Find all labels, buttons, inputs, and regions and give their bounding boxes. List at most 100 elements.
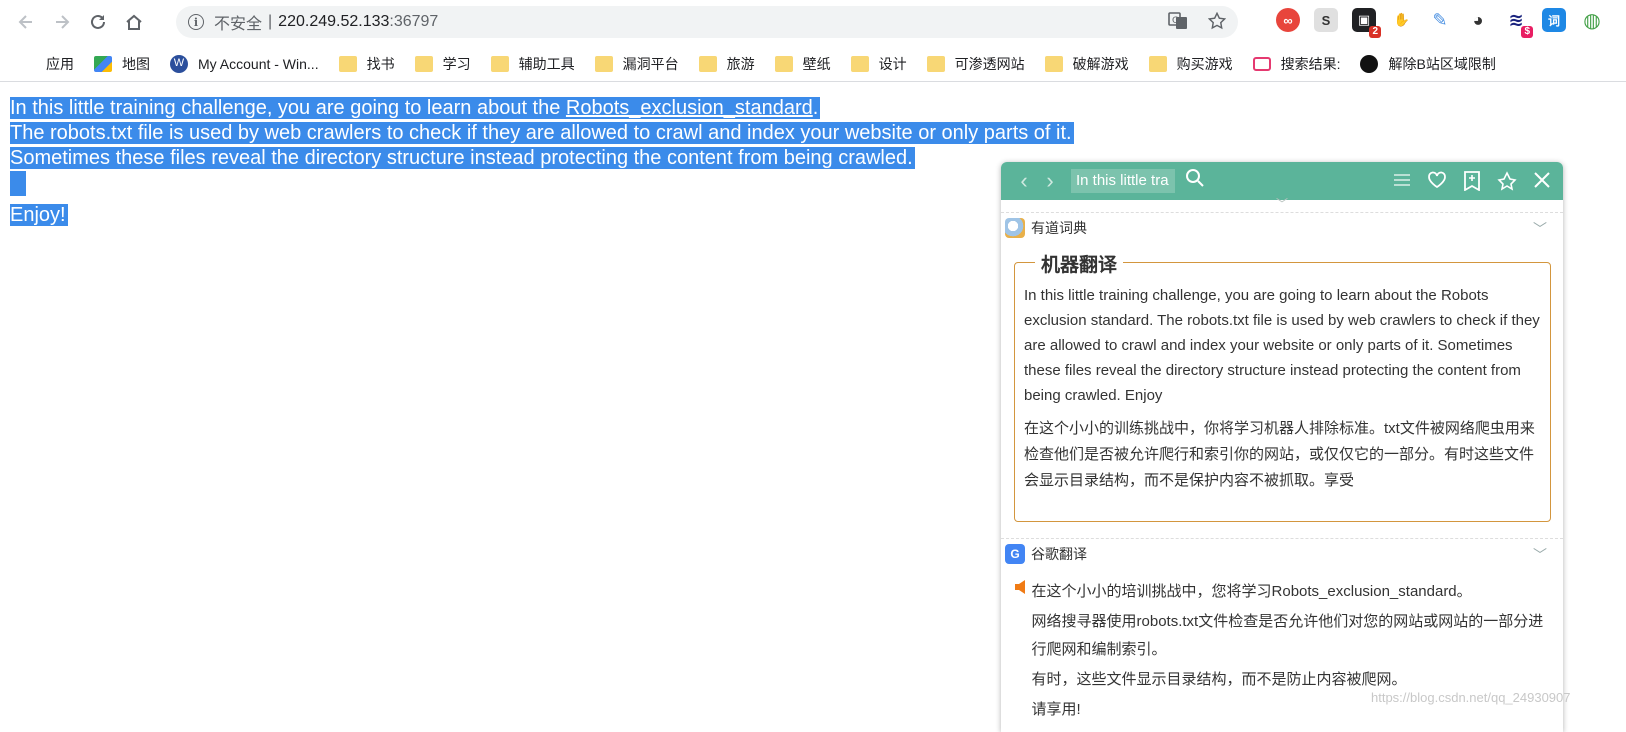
google-translate-icon: G <box>1005 543 1025 564</box>
close-icon[interactable] <box>1533 171 1551 197</box>
pin-icon[interactable] <box>1497 171 1517 197</box>
folder-icon <box>774 55 793 72</box>
home-button[interactable] <box>116 4 152 40</box>
folder-icon <box>698 55 717 72</box>
bookmark-folder-wallpaper[interactable]: 壁纸 <box>774 54 831 74</box>
bookmark-folder-pentest[interactable]: 可渗透网站 <box>926 54 1025 74</box>
forward-button[interactable] <box>44 4 80 40</box>
ext-money-icon[interactable]: ≋ $ <box>1504 8 1533 38</box>
speaker-icon[interactable] <box>1014 578 1032 726</box>
back-arrow-icon <box>18 15 32 29</box>
content-line-blank <box>10 171 1074 203</box>
ext-money-badge: $ <box>1521 26 1533 38</box>
ext-globe-icon[interactable]: ◍ <box>1580 8 1604 32</box>
insecure-label: 不安全 <box>214 16 263 33</box>
bookmark-folder-crack-games[interactable]: 破解游戏 <box>1044 54 1129 74</box>
address-bar[interactable]: i 不安全 | 220.249.52.133:36797 G <box>176 6 1238 38</box>
bookmark-folder-buy-games[interactable]: 购买游戏 <box>1148 54 1233 74</box>
bookmark-folder-travel[interactable]: 旅游 <box>698 54 755 74</box>
folder-icon <box>1148 55 1167 72</box>
popup-forward-icon[interactable]: › <box>1037 168 1063 194</box>
bookmark-label: 地图 <box>122 55 150 72</box>
mt-english-text: In this little training challenge, you a… <box>1024 287 1540 404</box>
bookmark-folder-vuln[interactable]: 漏洞平台 <box>594 54 679 74</box>
folder-icon <box>926 55 945 72</box>
collapse-chevron-icon[interactable]: ﹀ <box>1001 198 1563 212</box>
bookmark-label: 解除B站区域限制 <box>1388 55 1496 72</box>
url-separator: | <box>268 13 273 30</box>
content-line-2: The robots.txt file is used by web crawl… <box>10 122 1074 144</box>
apps-grid-icon <box>18 56 36 72</box>
bookmark-label: 漏洞平台 <box>622 55 679 72</box>
bookmark-label: 辅助工具 <box>518 55 575 72</box>
svg-text:G: G <box>1172 16 1179 26</box>
menu-icon[interactable] <box>1393 171 1411 197</box>
maps-icon <box>94 55 112 72</box>
popup-header: ‹ › In this little tra <box>1001 162 1563 200</box>
ext-leaf-icon[interactable]: ✎ <box>1428 8 1452 32</box>
translate-icon[interactable]: G <box>1168 12 1188 35</box>
content-line-3: Sometimes these files reveal the directo… <box>10 147 915 169</box>
bookmark-unblock-bilibili[interactable]: 解除B站区域限制 <box>1360 54 1496 74</box>
bookmark-label: 破解游戏 <box>1072 55 1129 72</box>
youdao-section-header[interactable]: 有道词典 ﹀ <box>1001 212 1563 242</box>
popup-back-icon[interactable]: ‹ <box>1011 168 1037 194</box>
gt-line: 网络搜寻器使用robots.txt文件检查是否允许他们对您的网站或网站的一部分进… <box>1031 613 1544 658</box>
popup-search-input[interactable]: In this little tra <box>1071 169 1175 193</box>
machine-translation-box: 机器翻译 In this little training challenge, … <box>1014 250 1551 522</box>
heart-icon[interactable] <box>1427 171 1447 197</box>
reload-button[interactable] <box>80 4 116 40</box>
dictionary-popup: ‹ › In this little tra ﹀ 有道词典 ﹀ 机器翻译 In … <box>1001 162 1563 732</box>
bookmark-apps[interactable]: 应用 <box>18 54 74 74</box>
bookmark-label: 搜索结果: <box>1280 55 1341 72</box>
no-entry-icon <box>1360 54 1379 73</box>
bookmark-folder-zhaoshu[interactable]: 找书 <box>338 54 395 74</box>
folder-icon <box>414 55 433 72</box>
bookmark-star-icon[interactable] <box>1207 11 1227 35</box>
line1-prefix: In this little training challenge, you a… <box>10 97 566 119</box>
wordbook-icon[interactable] <box>1463 171 1481 197</box>
bookmarks-bar: 应用 地图 W My Account - Win... 找书 学习 辅助工具 漏… <box>0 46 1626 82</box>
bookmark-folder-design[interactable]: 设计 <box>850 54 907 74</box>
youdao-label: 有道词典 <box>1031 219 1087 236</box>
youdao-icon <box>1005 217 1025 238</box>
ext-game-badge: 2 <box>1369 26 1381 38</box>
w-circle-icon: W <box>170 54 188 73</box>
bookmark-my-account[interactable]: W My Account - Win... <box>170 54 319 73</box>
reload-icon <box>91 14 105 29</box>
url-port: :36797 <box>389 13 439 30</box>
page-content: In this little training challenge, you a… <box>10 96 1074 228</box>
youdao-chevron-icon[interactable]: ﹀ <box>1533 219 1547 239</box>
bookmark-label: 壁纸 <box>802 55 831 72</box>
content-line-enjoy: Enjoy! <box>10 204 68 226</box>
tv-icon <box>1252 56 1271 71</box>
popup-search-icon[interactable] <box>1185 168 1205 194</box>
ext-dict-icon[interactable]: 词 <box>1542 8 1566 32</box>
ext-game-icon[interactable]: ▣ 2 <box>1352 8 1381 38</box>
folder-icon <box>850 55 869 72</box>
extension-icons: ∞ S ▣ 2 ✋ ✎ ◕ ≋ $ 词 ◍ <box>1276 8 1604 38</box>
bookmark-folder-xuexi[interactable]: 学习 <box>414 54 471 74</box>
info-icon[interactable]: i <box>188 14 204 30</box>
google-section-header[interactable]: G 谷歌翻译 ﹀ <box>1001 538 1563 568</box>
browser-toolbar: i 不安全 | 220.249.52.133:36797 G ∞ S ▣ 2 ✋ … <box>0 0 1626 44</box>
bookmark-label: 旅游 <box>726 55 755 72</box>
bookmark-maps[interactable]: 地图 <box>94 54 150 74</box>
bookmark-search-results[interactable]: 搜索结果: <box>1252 54 1341 74</box>
line1-suffix: . <box>812 97 819 119</box>
bookmark-label: 设计 <box>878 55 907 72</box>
ext-infinity-icon[interactable]: ∞ <box>1276 8 1300 32</box>
mt-title: 机器翻译 <box>1035 250 1124 277</box>
google-chevron-icon[interactable]: ﹀ <box>1533 545 1547 565</box>
url-host: 220.249.52.133 <box>278 13 390 30</box>
ext-s-icon[interactable]: S <box>1314 8 1338 32</box>
bookmark-label: 应用 <box>46 55 74 72</box>
folder-icon <box>338 55 357 72</box>
bookmark-folder-tools[interactable]: 辅助工具 <box>490 54 575 74</box>
folder-icon <box>490 55 509 72</box>
ext-hand-icon[interactable]: ✋ <box>1390 8 1414 32</box>
bookmark-label: 学习 <box>442 55 471 72</box>
ext-ninja-icon[interactable]: ◕ <box>1466 8 1490 32</box>
robots-exclusion-link[interactable]: Robots_exclusion_standard <box>566 97 813 119</box>
back-button[interactable] <box>8 4 44 40</box>
